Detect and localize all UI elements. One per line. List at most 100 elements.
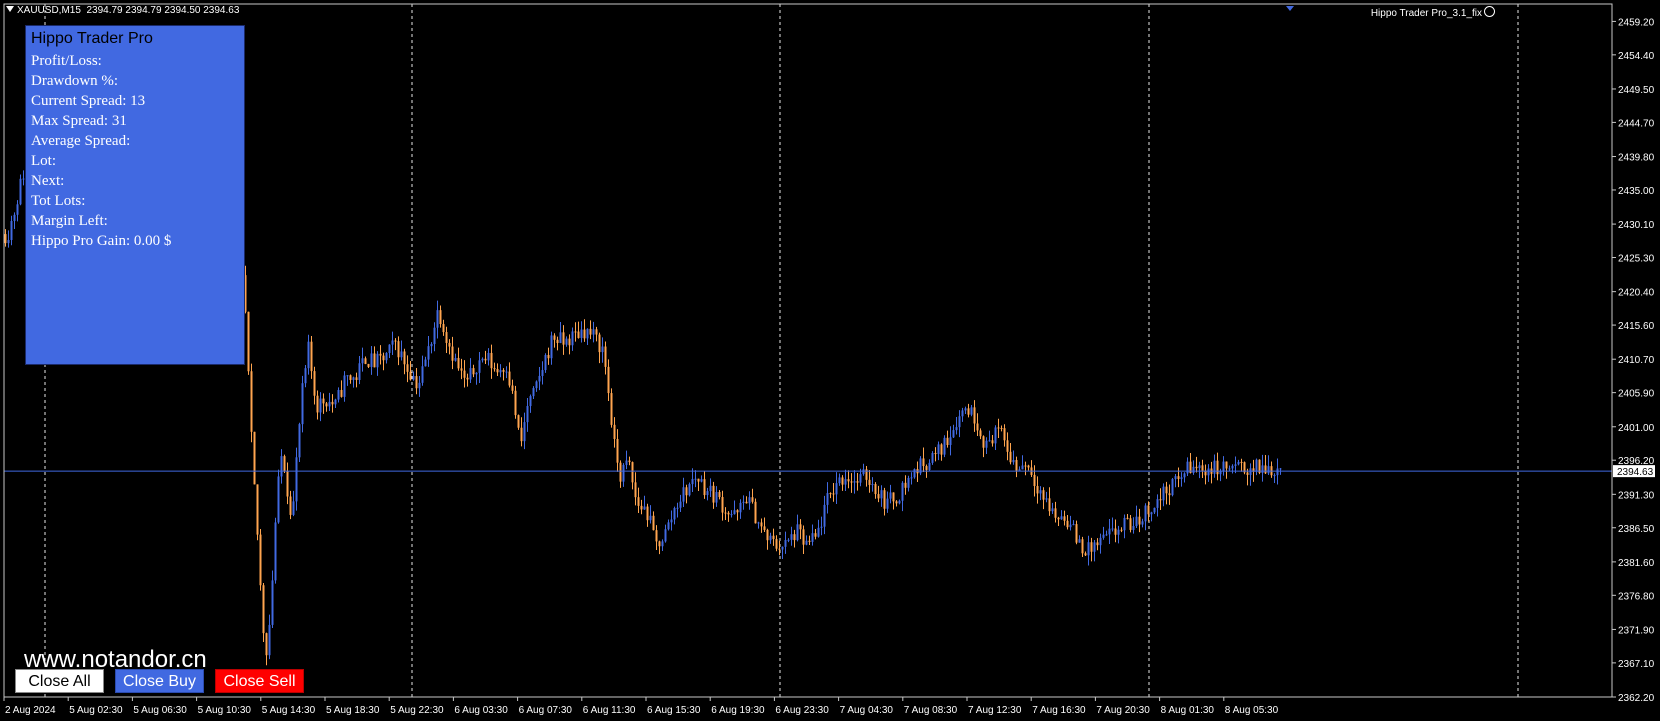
candle-body xyxy=(1132,525,1135,530)
candle-body xyxy=(931,452,934,463)
candle-body xyxy=(952,430,955,438)
candle-body xyxy=(1171,479,1174,496)
axes: 2459.20 2454.40 2449.50 2444.70 2439.80 2435.… xyxy=(3,3,1655,716)
candle-body xyxy=(1027,465,1030,468)
candle-body xyxy=(955,427,958,431)
candle-body xyxy=(448,342,451,347)
candle-body xyxy=(772,535,775,540)
candle-body xyxy=(319,398,322,413)
candle-body xyxy=(283,456,286,472)
candle-body xyxy=(343,375,346,397)
candle-body xyxy=(826,493,829,505)
candle-body xyxy=(526,406,529,423)
candle-body xyxy=(1075,524,1078,543)
candle-body xyxy=(307,341,310,369)
candle-body xyxy=(751,497,754,502)
candle-body xyxy=(742,501,745,503)
candle-body xyxy=(1048,498,1051,512)
candle-body xyxy=(535,381,538,389)
candle-body xyxy=(1120,529,1123,531)
margin-left-line: Margin Left: xyxy=(31,213,108,229)
candle-body xyxy=(427,346,430,360)
close-sell-button[interactable]: Close Sell xyxy=(215,669,304,693)
candle-body xyxy=(727,512,730,515)
candle-body xyxy=(511,385,514,391)
next-line: Next: xyxy=(31,173,65,189)
time-tick-label: 5 Aug 06:30 xyxy=(133,705,187,716)
candle-body xyxy=(373,353,376,368)
candle-body xyxy=(337,389,340,400)
candle-body xyxy=(901,482,904,501)
candle-body xyxy=(253,431,256,485)
candle-body xyxy=(880,490,883,499)
close-buy-button[interactable]: Close Buy xyxy=(115,669,204,693)
time-tick-label: 6 Aug 07:30 xyxy=(519,705,573,716)
candle-body xyxy=(367,363,370,367)
chart-window[interactable]: 2459.20 2454.40 2449.50 2444.70 2439.80 2435.… xyxy=(0,0,1660,721)
candle-body xyxy=(1162,486,1165,501)
candle-body xyxy=(871,484,874,486)
candle-body xyxy=(361,358,364,364)
candle-body xyxy=(979,430,982,437)
candle-body xyxy=(1105,534,1108,536)
candle-body xyxy=(994,427,997,444)
candle-body xyxy=(817,527,820,537)
candle-body xyxy=(499,370,502,373)
candle-body xyxy=(520,427,523,442)
candle-body xyxy=(340,389,343,397)
candle-body xyxy=(1279,468,1282,470)
candle-body xyxy=(1102,534,1105,538)
candle-body xyxy=(409,371,412,380)
candle-body xyxy=(1000,428,1003,430)
candle-body xyxy=(676,507,679,509)
candle-body xyxy=(874,484,877,495)
symbol-header: XAUUSD,M15 2394.79 2394.79 2394.50 2394.… xyxy=(6,5,239,16)
candle-body xyxy=(1240,461,1243,463)
time-tick-label: 6 Aug 11:30 xyxy=(583,705,636,716)
candle-body xyxy=(550,335,553,359)
candle-body xyxy=(1111,528,1114,530)
candle-body xyxy=(493,368,496,370)
candle-body xyxy=(820,526,823,528)
candle-body xyxy=(1021,465,1024,470)
candle-body xyxy=(514,390,517,416)
candle-body xyxy=(1060,516,1063,520)
candle-body xyxy=(421,366,424,383)
price-tick-label: 2449.50 xyxy=(1618,85,1655,96)
price-tick-label: 2454.40 xyxy=(1618,51,1655,62)
current-price-label: 2394.63 xyxy=(1617,467,1654,478)
candle-body xyxy=(268,624,271,656)
candle-body xyxy=(1261,465,1264,473)
candle-body xyxy=(1051,508,1054,512)
candle-body xyxy=(1153,507,1156,513)
close-all-button[interactable]: Close All xyxy=(15,669,104,693)
candle-body xyxy=(700,479,703,482)
candle-body xyxy=(316,395,319,413)
ohlc-values: 2394.79 2394.79 2394.50 2394.63 xyxy=(86,5,240,16)
candle-body xyxy=(295,457,298,502)
candle-body xyxy=(1207,468,1210,476)
candle-body xyxy=(850,481,853,483)
candle-body xyxy=(598,334,601,353)
time-tick-label: 8 Aug 05:30 xyxy=(1225,705,1279,716)
time-tick-label: 6 Aug 23:30 xyxy=(775,705,829,716)
candle-body xyxy=(601,346,604,353)
candle-body xyxy=(787,539,790,541)
expert-advisor-label[interactable]: Hippo Trader Pro_3.1_fix xyxy=(1371,6,1495,19)
candle-body xyxy=(451,346,454,361)
candle-body xyxy=(757,522,760,524)
candle-body xyxy=(487,352,490,361)
candle-body xyxy=(928,462,931,470)
dropdown-triangle-icon[interactable] xyxy=(6,6,14,12)
candle-body xyxy=(271,580,274,625)
candle-body xyxy=(664,529,667,542)
candle-body xyxy=(961,410,964,417)
time-tick-label: 7 Aug 12:30 xyxy=(968,705,1022,716)
candle-body xyxy=(565,338,568,345)
candle-body xyxy=(589,328,592,335)
price-chart[interactable]: 2459.20 2454.40 2449.50 2444.70 2439.80 2435.… xyxy=(0,0,1660,721)
price-tick-label: 2391.30 xyxy=(1618,490,1655,501)
candle-body xyxy=(454,357,457,361)
candle-body xyxy=(1129,518,1132,530)
candle-body xyxy=(808,540,811,542)
